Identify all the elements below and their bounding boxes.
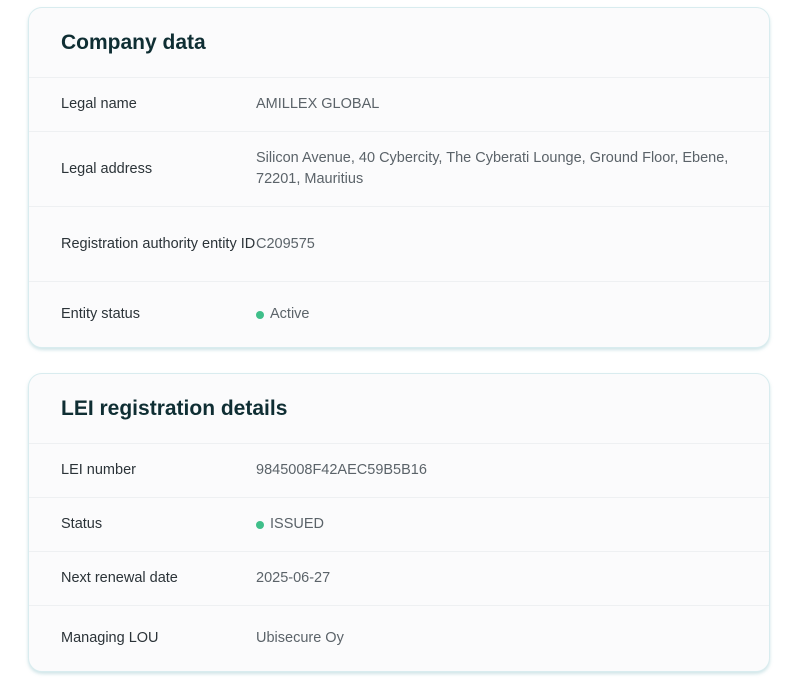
registration-authority-id-row: Registration authority entity ID C209575 bbox=[29, 207, 769, 282]
status-text: ISSUED bbox=[270, 516, 324, 532]
entity-status-value: Active bbox=[256, 304, 769, 325]
lei-registration-header: LEI registration details bbox=[29, 374, 769, 444]
field-label: LEI number bbox=[61, 462, 136, 478]
status-text: Active bbox=[270, 306, 310, 322]
card-title: Company data bbox=[61, 30, 206, 54]
field-label: Legal name bbox=[61, 96, 137, 112]
company-data-header: Company data bbox=[29, 8, 769, 78]
company-data-card: Company data Legal name AMILLEX GLOBAL L… bbox=[28, 7, 770, 348]
status-dot-icon bbox=[256, 520, 264, 529]
field-label: Entity status bbox=[61, 306, 140, 322]
legal-name-value: AMILLEX GLOBAL bbox=[256, 96, 380, 112]
registration-authority-id-value: C209575 bbox=[256, 235, 315, 252]
field-label: Status bbox=[61, 516, 103, 532]
managing-lou-value: Ubisecure Oy bbox=[256, 630, 344, 646]
entity-status-row: Entity status Active bbox=[29, 282, 769, 347]
lei-status-value: ISSUED bbox=[256, 514, 769, 535]
lei-registration-card: LEI registration details LEI number 9845… bbox=[28, 373, 770, 672]
lei-status-row: Status ISSUED bbox=[29, 498, 769, 552]
next-renewal-date-row: Next renewal date 2025-06-27 bbox=[29, 552, 769, 606]
status-dot-icon bbox=[256, 310, 264, 319]
lei-number-row: LEI number 9845008F42AEC59B5B16 bbox=[29, 444, 769, 498]
next-renewal-date-value: 2025-06-27 bbox=[256, 570, 331, 586]
legal-address-row: Legal address Silicon Avenue, 40 Cyberci… bbox=[29, 132, 769, 207]
field-label: Registration authority entity ID bbox=[61, 235, 256, 252]
lei-number-value: 9845008F42AEC59B5B16 bbox=[256, 462, 427, 478]
field-label: Legal address bbox=[61, 160, 153, 177]
card-title: LEI registration details bbox=[61, 396, 288, 420]
field-label: Managing LOU bbox=[61, 630, 159, 646]
managing-lou-row: Managing LOU Ubisecure Oy bbox=[29, 606, 769, 671]
field-label: Next renewal date bbox=[61, 570, 178, 586]
legal-address-value: Silicon Avenue, 40 Cybercity, The Cybera… bbox=[256, 150, 729, 187]
legal-name-row: Legal name AMILLEX GLOBAL bbox=[29, 78, 769, 132]
